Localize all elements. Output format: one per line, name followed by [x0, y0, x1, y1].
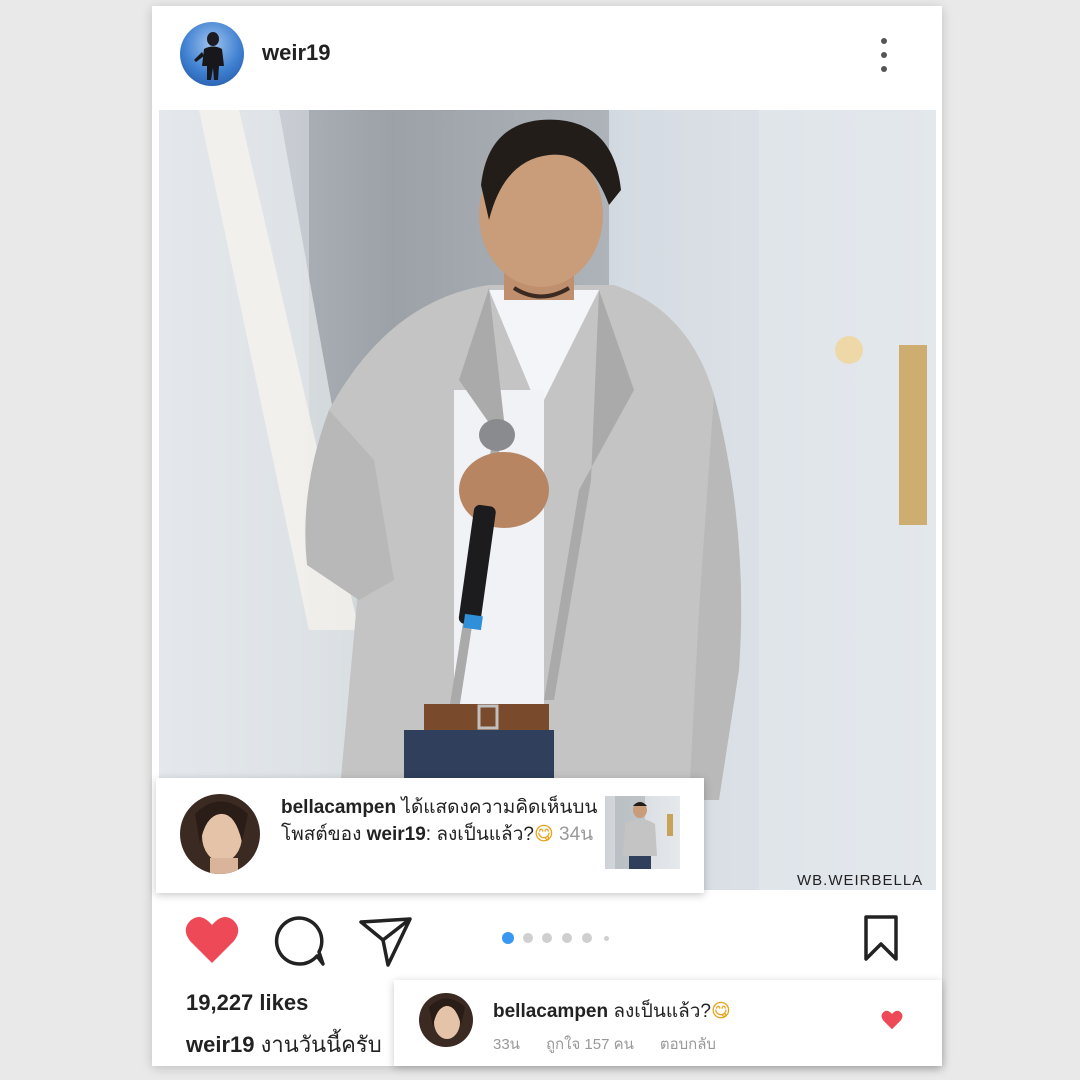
comment-meta: 33น ถูกใจ 157 คน ตอบกลับ	[493, 1032, 742, 1056]
notification-comment: : ลงเป็นแล้ว?	[425, 824, 534, 845]
comment-likes[interactable]: ถูกใจ 157 คน	[546, 1036, 634, 1053]
comment-emoji: 😋	[710, 1000, 731, 1022]
comment-time: 33น	[493, 1036, 520, 1053]
carousel-dot	[562, 933, 572, 943]
carousel-dot	[604, 936, 609, 941]
comment-heart-icon[interactable]	[881, 1010, 903, 1030]
notification-thumbnail[interactable]	[605, 796, 680, 869]
heart-icon[interactable]	[185, 915, 239, 965]
comment-body: ลงเป็นแล้ว?	[608, 1001, 711, 1022]
caption-text: งานวันนี้ครับ	[254, 1032, 382, 1057]
notification-user[interactable]: bellacampen	[281, 797, 396, 818]
notification-post-user[interactable]: weir19	[367, 824, 426, 845]
likes-count[interactable]: 19,227 likes	[186, 990, 308, 1016]
post-photo	[159, 110, 936, 890]
reply-button[interactable]: ตอบกลับ	[660, 1036, 716, 1053]
carousel-dot	[502, 932, 514, 944]
post-username[interactable]: weir19	[262, 40, 331, 66]
comment-icon[interactable]	[272, 914, 326, 968]
notification-time: 34น	[559, 824, 594, 845]
caption-username[interactable]: weir19	[186, 1032, 255, 1057]
carousel-dot	[582, 933, 592, 943]
profile-avatar[interactable]	[180, 22, 244, 86]
photo-watermark: WB.WEIRBELLA	[797, 872, 924, 889]
carousel-dot	[542, 933, 552, 943]
notification-text: bellacampen ได้แสดงความคิดเห็นบนโพสต์ของ…	[281, 794, 599, 848]
more-vertical-icon[interactable]	[878, 36, 890, 74]
notification-emoji: 😋	[533, 823, 554, 845]
notification-avatar[interactable]	[180, 794, 260, 874]
post-caption: weir19 งานวันนี้ครับ	[186, 1027, 382, 1062]
bookmark-icon[interactable]	[862, 914, 900, 962]
share-icon[interactable]	[358, 916, 414, 968]
comment-user[interactable]: bellacampen	[493, 1001, 608, 1022]
comment-avatar[interactable]	[419, 993, 473, 1047]
carousel-dot	[523, 933, 533, 943]
comment-text: bellacampen ลงเป็นแล้ว?😋	[493, 996, 731, 1026]
